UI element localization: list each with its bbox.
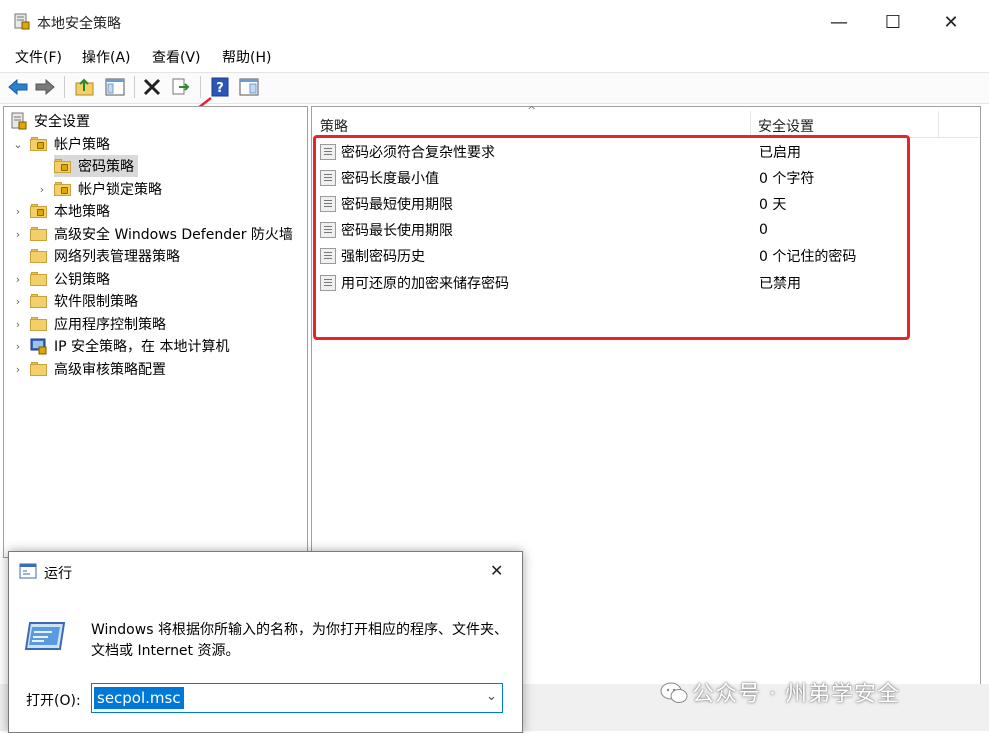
column-header-policy[interactable]: 策略 — [320, 116, 348, 136]
folder-icon — [30, 317, 48, 331]
wechat-icon — [660, 682, 688, 703]
tree-item-advanced-audit[interactable]: › 高级审核策略配置 — [12, 358, 166, 380]
tree-item-label: 应用程序控制策略 — [54, 317, 166, 333]
toolbar-separator — [64, 76, 65, 98]
menu-help[interactable]: 帮助(H) — [222, 47, 271, 67]
folder-icon — [30, 249, 48, 263]
tree-item-account-lockout-policy[interactable]: › 帐户锁定策略 — [36, 178, 162, 200]
expand-icon[interactable]: › — [12, 363, 24, 376]
highlight-box — [313, 135, 910, 340]
run-dialog-title: 运行 — [44, 566, 72, 582]
folder-icon — [30, 227, 48, 241]
tree-item-software-restriction[interactable]: › 软件限制策略 — [12, 290, 138, 312]
expand-icon[interactable]: › — [36, 183, 48, 196]
watermark-text: 公众号 · 州弟学安全 — [692, 682, 900, 707]
locked-folder-icon — [30, 137, 48, 151]
tree-item-label: 网络列表管理器策略 — [54, 249, 180, 265]
window-title: 本地安全策略 — [37, 16, 121, 32]
expand-icon[interactable]: › — [12, 205, 24, 218]
ip-security-icon — [30, 338, 47, 355]
tree-item-label: 密码策略 — [78, 159, 134, 175]
folder-icon — [30, 362, 48, 376]
watermark: 公众号 · 州弟学安全 — [660, 676, 900, 708]
tree-item-label: 帐户策略 — [54, 137, 110, 153]
tree-item-password-policy[interactable]: 密码策略 — [54, 155, 138, 177]
tree-item-local-policy[interactable]: › 本地策略 — [12, 200, 110, 222]
tree-item-ip-security[interactable]: › IP 安全策略，在 本地计算机 — [12, 335, 229, 357]
collapse-icon[interactable]: ⌄ — [12, 138, 24, 151]
tree-item-label: 本地策略 — [54, 204, 110, 220]
column-header-setting[interactable]: 安全设置 — [758, 116, 814, 136]
folder-icon — [30, 294, 48, 308]
tree-item-label: 高级审核策略配置 — [54, 362, 166, 378]
back-icon[interactable] — [7, 76, 29, 98]
tree-root[interactable]: 安全设置 — [10, 110, 90, 132]
menu-bar — [0, 44, 989, 70]
show-hide-tree-icon[interactable] — [104, 76, 126, 98]
run-program-icon — [24, 622, 66, 650]
tree-item-firewall[interactable]: › 高级安全 Windows Defender 防火墙 — [12, 223, 293, 245]
expand-icon[interactable]: › — [12, 228, 24, 241]
tree-item-label: 帐户锁定策略 — [78, 182, 162, 198]
expand-icon[interactable]: › — [12, 318, 24, 331]
dropdown-chevron-icon[interactable]: ⌄ — [486, 689, 497, 704]
tree-item-network-list[interactable]: 网络列表管理器策略 — [12, 245, 180, 267]
run-icon — [19, 563, 37, 579]
menu-file[interactable]: 文件(F) — [15, 47, 62, 67]
local-security-policy-icon — [14, 13, 30, 30]
tree-item-label: 软件限制策略 — [54, 294, 138, 310]
toolbar-separator — [200, 76, 201, 98]
help-icon[interactable]: ? — [209, 76, 231, 98]
menu-view[interactable]: 查看(V) — [152, 47, 201, 67]
console-icon[interactable] — [238, 76, 260, 98]
tree-item-public-key[interactable]: › 公钥策略 — [12, 268, 110, 290]
toolbar-separator — [134, 76, 135, 98]
forward-icon[interactable] — [34, 76, 56, 98]
tree-item-label: 公钥策略 — [54, 272, 110, 288]
expand-icon[interactable]: › — [12, 273, 24, 286]
column-header — [312, 111, 979, 138]
minimize-button[interactable]: — — [824, 8, 854, 36]
locked-folder-icon — [54, 182, 72, 196]
folder-icon — [30, 272, 48, 286]
svg-text:?: ? — [216, 81, 224, 96]
menu-action[interactable]: 操作(A) — [82, 47, 131, 67]
open-label: 打开(O): — [26, 693, 81, 709]
tree-item-label: IP 安全策略，在 本地计算机 — [54, 339, 230, 355]
column-separator[interactable] — [750, 111, 751, 137]
export-icon[interactable] — [170, 76, 192, 98]
sort-indicator-icon: ^ — [527, 104, 537, 117]
tree-item-account-policy[interactable]: ⌄ 帐户策略 — [12, 133, 110, 155]
maximize-button[interactable]: ☐ — [878, 8, 908, 36]
tree-item-app-control[interactable]: › 应用程序控制策略 — [12, 313, 166, 335]
close-button[interactable]: ✕ — [936, 8, 966, 36]
tree-item-label: 高级安全 Windows Defender 防火墙 — [54, 227, 293, 243]
open-input[interactable]: secpol.msc — [94, 687, 184, 709]
column-separator[interactable] — [938, 111, 939, 137]
expand-icon[interactable]: › — [12, 340, 24, 353]
expand-icon[interactable]: › — [12, 295, 24, 308]
locked-folder-icon — [54, 159, 72, 173]
up-folder-icon[interactable] — [74, 76, 96, 98]
tree-root-label: 安全设置 — [34, 114, 90, 130]
run-dialog-message: Windows 将根据你所输入的名称，为你打开相应的程序、文件夹、文档或 Int… — [91, 622, 508, 659]
delete-icon[interactable] — [141, 76, 163, 98]
security-settings-icon — [11, 112, 27, 130]
locked-folder-icon — [30, 204, 48, 218]
run-dialog-close-button[interactable]: ✕ — [490, 561, 503, 580]
